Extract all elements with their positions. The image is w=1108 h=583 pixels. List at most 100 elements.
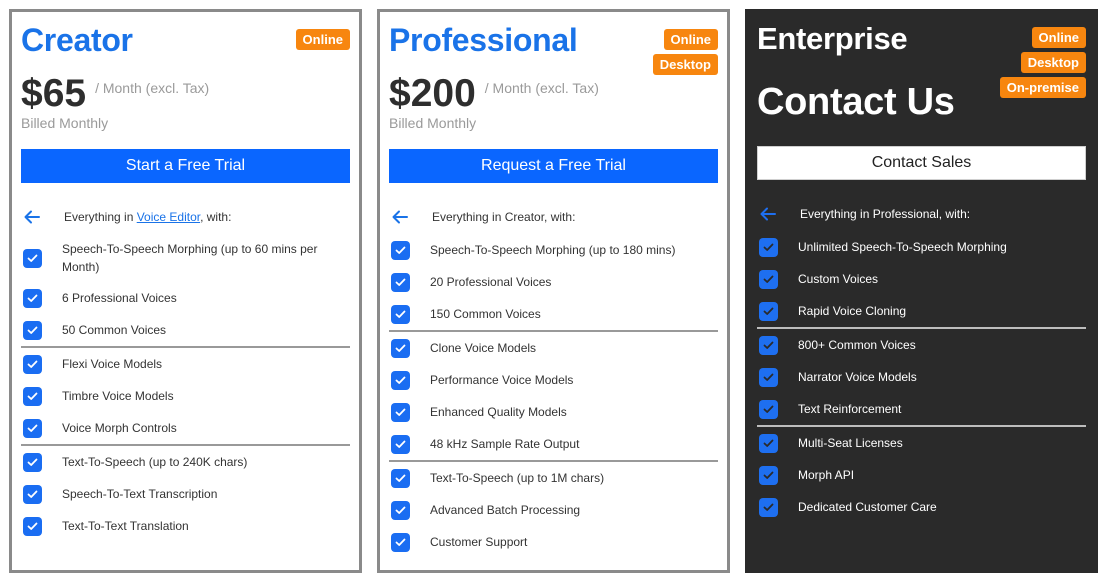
price-period: / Month (excl. Tax) [95, 80, 210, 96]
feature-text: Custom Voices [798, 272, 879, 286]
feature-item: Morph API [757, 459, 1086, 491]
price-row: $65 / Month (excl. Tax) [21, 72, 209, 116]
checkbox-checked-icon [391, 532, 410, 552]
badge-online: Online [1031, 27, 1086, 48]
feature-item: Speech-To-Text Transcription [21, 478, 350, 510]
feature-list: Everything in Professional, with: Unlimi… [757, 197, 1086, 523]
feature-text: Unlimited Speech-To-Speech Morphing [798, 240, 1007, 254]
feature-item: Flexi Voice Models [21, 348, 350, 380]
feature-text: Text-To-Text Translation [62, 519, 189, 533]
feature-item: Text-To-Speech (up to 240K chars) [21, 446, 350, 478]
feature-intro: Everything in Voice Editor, with: [21, 200, 350, 234]
badge-desktop: Desktop [1020, 52, 1086, 73]
checkbox-checked-icon [391, 434, 410, 454]
badge-online: Online [663, 29, 718, 50]
checkbox-checked-icon [391, 500, 410, 520]
platform-badges: Online [295, 29, 350, 50]
checkbox-checked-icon [391, 370, 410, 390]
checkbox-checked-icon [23, 386, 42, 406]
feature-text: Speech-To-Speech Morphing (up to 60 mins… [62, 242, 318, 274]
feature-text: Narrator Voice Models [798, 370, 917, 384]
feature-intro-text: Everything in Professional, with: [800, 207, 971, 221]
contact-sales-button[interactable]: Contact Sales [757, 146, 1086, 180]
plan-name: Enterprise [757, 21, 908, 56]
feature-text: Text-To-Speech (up to 240K chars) [62, 455, 248, 469]
feature-item: Custom Voices [757, 263, 1086, 295]
plan-card-professional: Professional Online Desktop $200 / Month… [377, 9, 730, 573]
checkbox-checked-icon [23, 484, 42, 504]
feature-item: Speech-To-Speech Morphing (up to 60 mins… [21, 234, 350, 282]
feature-item: Speech-To-Speech Morphing (up to 180 min… [389, 234, 718, 266]
feature-text: 800+ Common Voices [798, 338, 916, 352]
badge-online: Online [295, 29, 350, 50]
checkbox-checked-icon [391, 304, 410, 324]
feature-item: 20 Professional Voices [389, 266, 718, 298]
intro-prefix: Everything in [64, 210, 137, 224]
feature-list: Everything in Voice Editor, with: Speech… [21, 200, 350, 542]
feature-item: Rapid Voice Cloning [757, 295, 1086, 327]
contact-us-headline: Contact Us [757, 81, 955, 123]
feature-item: 50 Common Voices [21, 314, 350, 346]
checkbox-checked-icon [391, 338, 410, 358]
feature-text: 50 Common Voices [62, 323, 167, 337]
voice-editor-link[interactable]: Voice Editor [137, 210, 200, 224]
checkbox-checked-icon [391, 240, 410, 260]
checkbox-checked-icon [391, 402, 410, 422]
arrow-left-icon [23, 210, 43, 224]
feature-intro-text: Everything in Creator, with: [432, 210, 576, 224]
start-free-trial-button[interactable]: Start a Free Trial [21, 149, 350, 183]
request-free-trial-button[interactable]: Request a Free Trial [389, 149, 718, 183]
feature-text: Enhanced Quality Models [430, 405, 567, 419]
billing-cycle: Billed Monthly [21, 115, 109, 131]
feature-text: Dedicated Customer Care [798, 500, 937, 514]
feature-text: Text-To-Speech (up to 1M chars) [430, 471, 605, 485]
feature-item: Text-To-Text Translation [21, 510, 350, 542]
feature-item: 150 Common Voices [389, 298, 718, 330]
feature-intro-text: Everything in Voice Editor, with: [64, 210, 231, 224]
feature-text: Performance Voice Models [430, 373, 574, 387]
feature-item: 6 Professional Voices [21, 282, 350, 314]
price: $65 [21, 72, 87, 115]
checkbox-checked-icon [23, 320, 42, 340]
feature-item: Voice Morph Controls [21, 412, 350, 444]
platform-badges: Online Desktop On-premise [999, 27, 1086, 98]
price-period: / Month (excl. Tax) [484, 80, 599, 96]
feature-text: Flexi Voice Models [62, 357, 163, 371]
checkbox-checked-icon [759, 367, 778, 387]
checkbox-checked-icon [759, 497, 778, 517]
feature-text: Multi-Seat Licenses [798, 436, 903, 450]
checkbox-checked-icon [759, 465, 778, 485]
checkbox-checked-icon [23, 354, 42, 374]
feature-text: 20 Professional Voices [430, 275, 552, 289]
checkbox-checked-icon [23, 418, 42, 438]
badge-desktop: Desktop [652, 54, 718, 75]
feature-list: Everything in Creator, with: Speech-To-S… [389, 200, 718, 558]
feature-text: 6 Professional Voices [62, 291, 177, 305]
feature-text: Rapid Voice Cloning [798, 304, 907, 318]
feature-text: Timbre Voice Models [62, 389, 174, 403]
checkbox-checked-icon [391, 272, 410, 292]
feature-text: Speech-To-Speech Morphing (up to 180 min… [430, 243, 676, 257]
feature-text: Clone Voice Models [430, 341, 537, 355]
feature-item: Timbre Voice Models [21, 380, 350, 412]
intro-suffix: , with: [200, 210, 232, 224]
plan-card-creator: Creator Online $65 / Month (excl. Tax) B… [9, 9, 362, 573]
price: $200 [389, 72, 476, 115]
checkbox-checked-icon [391, 468, 410, 488]
badge-on-premise: On-premise [999, 77, 1086, 98]
checkbox-checked-icon [759, 433, 778, 453]
feature-item: Advanced Batch Processing [389, 494, 718, 526]
feature-item: Text-To-Speech (up to 1M chars) [389, 462, 718, 494]
plan-name: Professional [389, 22, 578, 58]
arrow-left-icon [759, 207, 779, 221]
feature-intro: Everything in Professional, with: [757, 197, 1086, 231]
checkbox-checked-icon [759, 301, 778, 321]
platform-badges: Online Desktop [652, 29, 718, 75]
feature-item: Dedicated Customer Care [757, 491, 1086, 523]
feature-item: Customer Support [389, 526, 718, 558]
checkbox-checked-icon [23, 288, 42, 308]
feature-intro: Everything in Creator, with: [389, 200, 718, 234]
feature-item: Text Reinforcement [757, 393, 1086, 425]
feature-text: Speech-To-Text Transcription [62, 487, 218, 501]
checkbox-checked-icon [23, 248, 42, 268]
